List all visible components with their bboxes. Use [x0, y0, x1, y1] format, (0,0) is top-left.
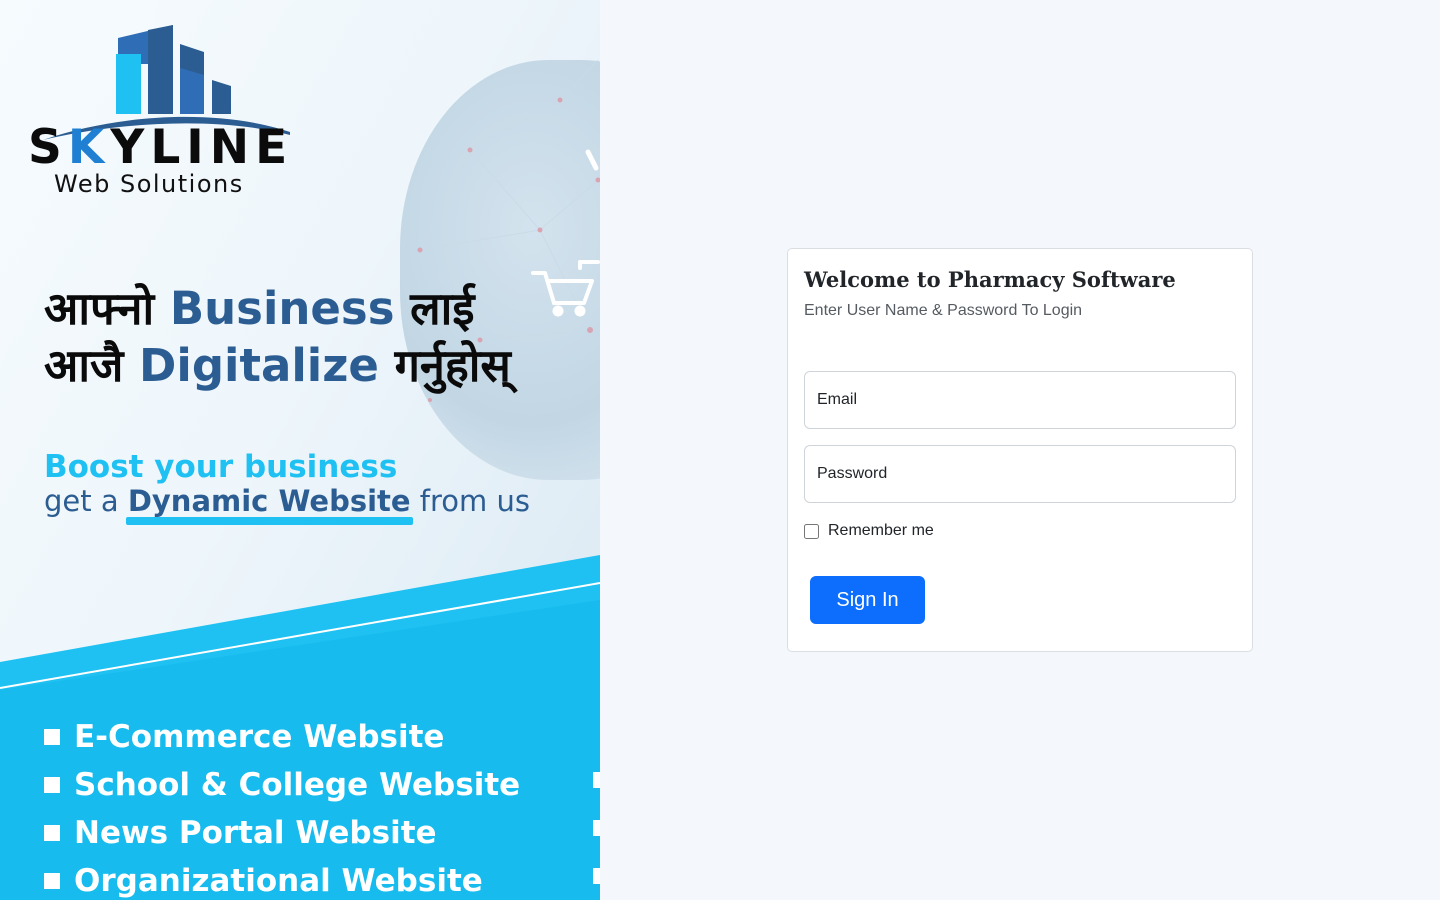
service-item: School & College Website [44, 761, 520, 809]
remember-me-checkbox[interactable] [804, 523, 819, 539]
square-bullet-icon [44, 873, 60, 889]
square-bullet-icon [593, 772, 600, 788]
remember-me-label: Remember me [828, 522, 934, 539]
square-bullet-icon [44, 777, 60, 793]
service-item: Organizational Website [44, 857, 520, 900]
square-bullet-icon [593, 868, 600, 884]
square-bullet-icon [593, 820, 600, 836]
square-bullet-icon [44, 729, 60, 745]
service-item: News Portal Website [44, 809, 520, 857]
service-label: School & College Website [74, 767, 521, 803]
service-item: E-Commerce Website [44, 713, 520, 761]
login-card: Welcome to Pharmacy Software Enter User … [787, 248, 1253, 652]
service-label: Organizational Website [74, 863, 483, 899]
remember-me-toggle[interactable]: Remember me [804, 522, 1236, 540]
email-input[interactable] [804, 371, 1236, 429]
service-label: E-Commerce Website [74, 719, 445, 755]
promo-banner: SKYLINE Web Solutions आफ्नो Business लाई… [0, 0, 600, 900]
square-bullet-icon [44, 825, 60, 841]
login-subtitle: Enter User Name & Password To Login [804, 302, 1083, 319]
services-list: E-Commerce Website School & College Webs… [44, 713, 520, 900]
sign-in-button[interactable]: Sign In [810, 576, 925, 624]
password-input[interactable] [804, 445, 1236, 503]
service-label: News Portal Website [74, 815, 437, 851]
login-title: Welcome to Pharmacy Software [804, 267, 1176, 292]
